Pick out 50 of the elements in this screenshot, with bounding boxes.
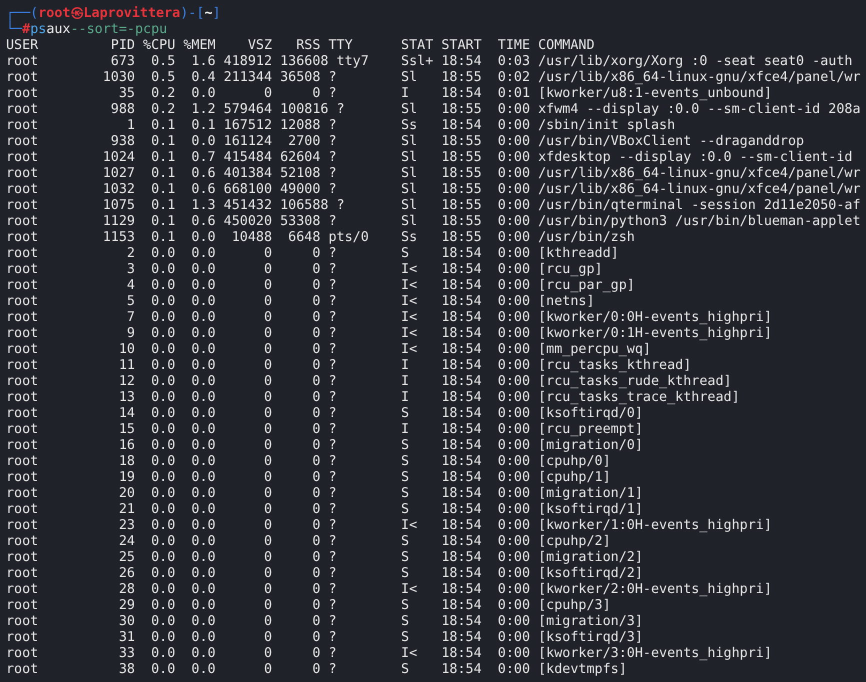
process-line: root 1075 0.1 1.3 451432 106588 ? Sl 18:55 0:00 /usr/bin/qterminal -session 2d11e2050-af	[6, 198, 861, 213]
process-line: root 20 0.0 0.0 0 0 ? S 18:54 0:00 [migration/1]	[6, 486, 643, 501]
prompt-frame: └─	[6, 22, 22, 38]
process-line: root 7 0.0 0.0 0 0 ? I< 18:54 0:00 [kworker/0:0H-events_highpri]	[6, 310, 772, 325]
process-line: root 13 0.0 0.0 0 0 ? I 18:54 0:00 [rcu_tasks_trace_kthread]	[6, 390, 740, 405]
prompt-text: aux	[46, 22, 70, 38]
prompt-text: ps	[30, 22, 46, 38]
process-line: root 38 0.0 0.0 0 0 ? S 18:54 0:00 [kdevtmpfs]	[6, 662, 627, 677]
process-line: root 4 0.0 0.0 0 0 ? I< 18:54 0:00 [rcu_par_gp]	[6, 278, 635, 293]
process-line: root 12 0.0 0.0 0 0 ? I 18:54 0:00 [rcu_tasks_rude_kthread]	[6, 374, 732, 389]
table-header: USER PID %CPU %MEM VSZ RSS TTY STAT START TIME COMMAND	[6, 38, 595, 53]
process-line: root 24 0.0 0.0 0 0 ? S 18:54 0:00 [cpuhp/2]	[6, 534, 611, 549]
process-line: root 30 0.0 0.0 0 0 ? S 18:54 0:00 [migration/3]	[6, 614, 643, 629]
process-line: root 988 0.2 1.2 579464 100816 ? Sl 18:55 0:00 xfwm4 --display :0.0 --sm-client-id 208a	[6, 102, 861, 117]
process-line: root 35 0.2 0.0 0 0 ? I 18:54 0:01 [kworker/u8:1-events_unbound]	[6, 86, 772, 101]
process-line: root 29 0.0 0.0 0 0 ? S 18:54 0:00 [cpuhp/3]	[6, 598, 611, 613]
prompt-text: root㉿Laprovittera	[38, 6, 180, 22]
process-line: root 1032 0.1 0.6 668100 49000 ? Sl 18:55 0:00 /usr/lib/x86_64-linux-gnu/xfce4/panel/wr	[6, 182, 861, 197]
process-line: root 1 0.1 0.1 167512 12088 ? Ss 18:54 0:00 /sbin/init splash	[6, 118, 676, 133]
prompt-text: --sort=-pcpu	[70, 22, 168, 38]
process-line: root 1153 0.1 0.0 10488 6648 pts/0 Ss 18:55 0:00 /usr/bin/zsh	[6, 230, 635, 245]
prompt-frame: ┌──(	[6, 6, 38, 22]
process-line: root 31 0.0 0.0 0 0 ? S 18:54 0:00 [ksoftirqd/3]	[6, 630, 643, 645]
prompt-frame: ]	[212, 6, 221, 22]
process-line: root 5 0.0 0.0 0 0 ? I< 18:54 0:00 [netns]	[6, 294, 595, 309]
process-line: root 1030 0.5 0.4 211344 36508 ? Sl 18:55 0:02 /usr/lib/x86_64-linux-gnu/xfce4/panel/wr	[6, 70, 861, 85]
process-line: root 25 0.0 0.0 0 0 ? S 18:54 0:00 [migration/2]	[6, 550, 643, 565]
process-line: root 28 0.0 0.0 0 0 ? I< 18:54 0:00 [kworker/2:0H-events_highpri]	[6, 582, 772, 597]
prompt-text: ~	[204, 6, 212, 22]
process-line: root 14 0.0 0.0 0 0 ? S 18:54 0:00 [ksoftirqd/0]	[6, 406, 643, 421]
process-line: root 673 0.5 1.6 418912 136608 tty7 Ssl+ 18:54 0:03 /usr/lib/xorg/Xorg :0 -seat seat0 -auth	[6, 54, 852, 69]
prompt-frame: )-[	[180, 6, 204, 22]
process-line: root 33 0.0 0.0 0 0 ? I< 18:54 0:00 [kworker/3:0H-events_highpri]	[6, 646, 772, 661]
process-line: root 11 0.0 0.0 0 0 ? I 18:54 0:00 [rcu_tasks_kthread]	[6, 358, 692, 373]
process-line: root 23 0.0 0.0 0 0 ? I< 18:54 0:00 [kworker/1:0H-events_highpri]	[6, 518, 772, 533]
process-line: root 1129 0.1 0.6 450020 53308 ? Sl 18:55 0:00 /usr/bin/python3 /usr/bin/blueman-applet	[6, 214, 861, 229]
prompt-text: #	[22, 22, 30, 38]
process-line: root 15 0.0 0.0 0 0 ? I 18:54 0:00 [rcu_preempt]	[6, 422, 643, 437]
process-line: root 26 0.0 0.0 0 0 ? S 18:54 0:00 [ksoftirqd/2]	[6, 566, 643, 581]
process-line: root 938 0.1 0.0 161124 2700 ? Sl 18:55 0:00 /usr/bin/VBoxClient --draganddrop	[6, 134, 804, 149]
process-line: root 2 0.0 0.0 0 0 ? S 18:54 0:00 [kthreadd]	[6, 246, 619, 261]
process-line: root 1027 0.1 0.6 401384 52108 ? Sl 18:55 0:00 /usr/lib/x86_64-linux-gnu/xfce4/panel/wr	[6, 166, 861, 181]
process-line: root 9 0.0 0.0 0 0 ? I< 18:54 0:00 [kworker/0:1H-events_highpri]	[6, 326, 772, 341]
process-line: root 16 0.0 0.0 0 0 ? S 18:54 0:00 [migration/0]	[6, 438, 643, 453]
process-line: root 1024 0.1 0.7 415484 62604 ? Sl 18:55 0:00 xfdesktop --display :0.0 --sm-client-id	[6, 150, 852, 165]
process-line: root 10 0.0 0.0 0 0 ? I< 18:54 0:00 [mm_percpu_wq]	[6, 342, 651, 357]
process-line: root 19 0.0 0.0 0 0 ? S 18:54 0:00 [cpuhp/1]	[6, 470, 611, 485]
process-line: root 3 0.0 0.0 0 0 ? I< 18:54 0:00 [rcu_gp]	[6, 262, 603, 277]
process-line: root 18 0.0 0.0 0 0 ? S 18:54 0:00 [cpuhp/0]	[6, 454, 611, 469]
process-line: root 21 0.0 0.0 0 0 ? S 18:54 0:00 [ksoftirqd/1]	[6, 502, 643, 517]
